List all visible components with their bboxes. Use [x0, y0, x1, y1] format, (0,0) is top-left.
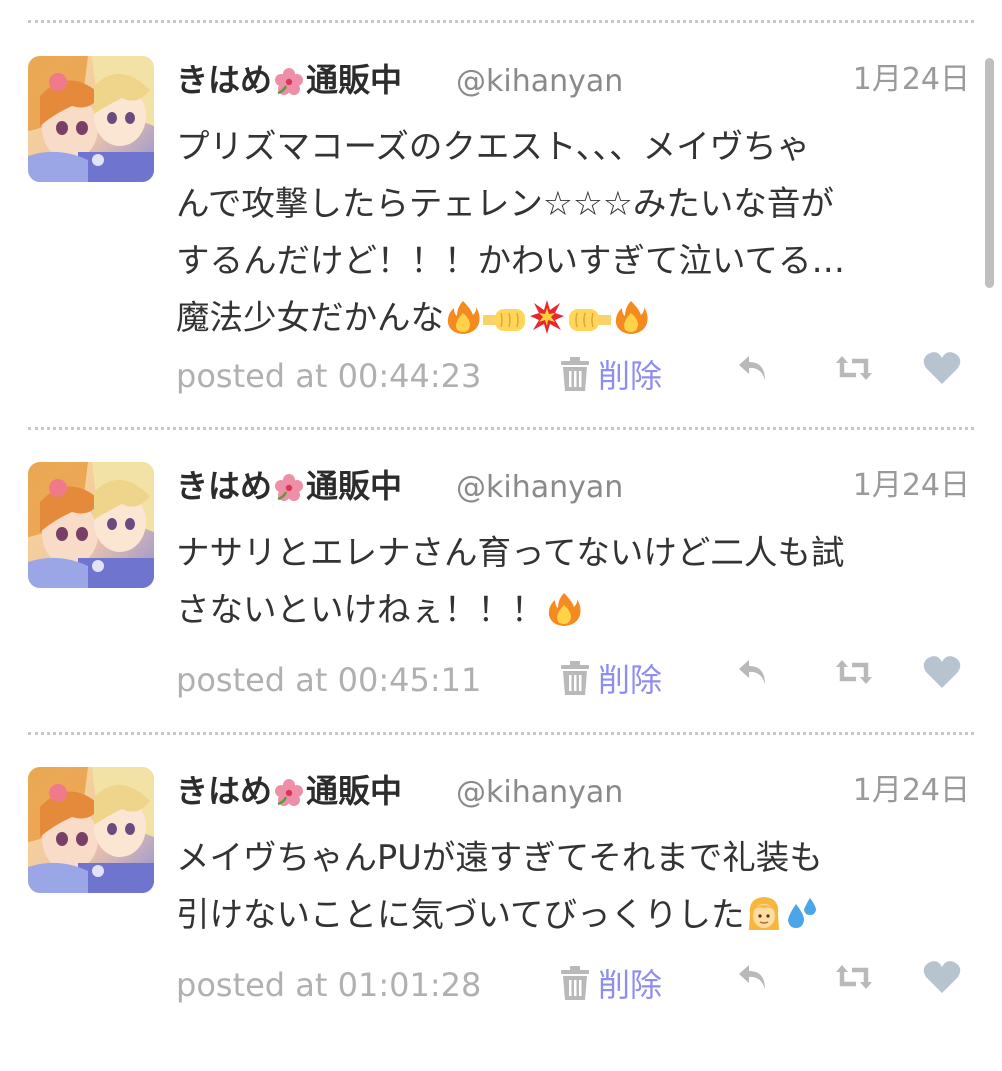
heart-icon [922, 959, 962, 999]
display-name[interactable]: きはめ 通販中 [176, 464, 402, 514]
retweet-button[interactable] [832, 957, 876, 1001]
heart-icon [922, 654, 962, 694]
delete-label: 削除 [598, 966, 663, 1004]
favorite-button[interactable] [920, 652, 964, 696]
retweet-icon [834, 657, 874, 691]
reply-icon [737, 353, 771, 387]
fire-icon [445, 295, 481, 352]
tweet-text-line: プリズマコーズのクエスト、、、メイヴちゃ [176, 127, 811, 166]
reply-icon [737, 657, 771, 691]
hibiscus-icon [274, 470, 304, 514]
favorite-button[interactable] [920, 348, 964, 392]
avatar[interactable] [28, 56, 154, 182]
tweet-text: メイヴちゃんPUが遠すぎてそれまで礼装も 引けないことに気づいてびっくりした [176, 829, 976, 949]
retweet-button[interactable] [832, 652, 876, 696]
tweet-text-line: ナサリとエレナさん育ってないけど二人も試 [176, 533, 845, 572]
avatar[interactable] [28, 462, 154, 588]
tweet-text-line: 魔法少女だかんな [176, 289, 976, 352]
hibiscus-icon [274, 64, 304, 108]
posted-timestamp: posted at 00:45:11 [176, 661, 482, 699]
person-blond-icon [746, 892, 782, 949]
delete-label: 削除 [598, 661, 663, 699]
fire-icon [546, 587, 582, 644]
tweet-item: きはめ 通販中 @kihanyan 1月24日 プリズマコーズのクエスト、、、メイ… [0, 56, 1002, 395]
display-name[interactable]: きはめ 通販中 [176, 769, 402, 819]
reply-button[interactable] [732, 348, 776, 392]
right-fist-icon [567, 295, 611, 352]
divider-top [28, 20, 974, 23]
hibiscus-icon [274, 775, 304, 819]
delete-label: 削除 [598, 357, 663, 395]
user-handle[interactable]: @kihanyan [456, 466, 623, 510]
trash-icon [558, 660, 592, 700]
posted-timestamp: posted at 00:44:23 [176, 357, 482, 395]
user-handle[interactable]: @kihanyan [456, 60, 623, 104]
tweet-item: きはめ 通販中 @kihanyan 1月24日 ナサリとエレナさん育ってないけど二… [0, 462, 1002, 766]
collision-icon [529, 295, 565, 352]
heart-icon [922, 350, 962, 390]
trash-icon [558, 965, 592, 1005]
tweet-item: きはめ 通販中 @kihanyan 1月24日 メイヴちゃんPUが遠すぎてそれまで… [0, 767, 1002, 1071]
tweet-date: 1月24日 [852, 468, 970, 503]
tweet-text: プリズマコーズのクエスト、、、メイヴちゃ んで攻撃したらテェレン☆☆☆みたいな音… [176, 118, 976, 352]
retweet-icon [834, 962, 874, 996]
retweet-button[interactable] [832, 348, 876, 392]
display-name[interactable]: きはめ 通販中 [176, 58, 402, 108]
reply-button[interactable] [732, 652, 776, 696]
tweet-date: 1月24日 [852, 62, 970, 97]
tweet-text-line: んで攻撃したらテェレン☆☆☆みたいな音が [176, 184, 834, 223]
delete-button[interactable]: 削除 [558, 963, 662, 1007]
retweet-icon [834, 353, 874, 387]
trash-icon [558, 356, 592, 396]
tweet-date: 1月24日 [852, 773, 970, 808]
reply-icon [737, 962, 771, 996]
left-fist-icon [483, 295, 527, 352]
sweat-droplets-icon [784, 892, 820, 949]
avatar[interactable] [28, 767, 154, 893]
posted-timestamp: posted at 01:01:28 [176, 966, 482, 1004]
fire-icon [613, 295, 649, 352]
divider [28, 427, 974, 430]
tweet-text-line: さないといけねぇ！！！ [176, 581, 976, 644]
delete-button[interactable]: 削除 [558, 658, 662, 702]
reply-button[interactable] [732, 957, 776, 1001]
tweet-text-line: するんだけど！！！かわいすぎて泣いてる… [176, 241, 845, 280]
tweet-text-line: メイヴちゃんPUが遠すぎてそれまで礼装も [176, 838, 823, 877]
user-handle[interactable]: @kihanyan [456, 771, 623, 815]
tweet-text: ナサリとエレナさん育ってないけど二人も試 さないといけねぇ！！！ [176, 524, 976, 644]
delete-button[interactable]: 削除 [558, 354, 662, 398]
favorite-button[interactable] [920, 957, 964, 1001]
tweet-text-line: 引けないことに気づいてびっくりした [176, 886, 976, 949]
